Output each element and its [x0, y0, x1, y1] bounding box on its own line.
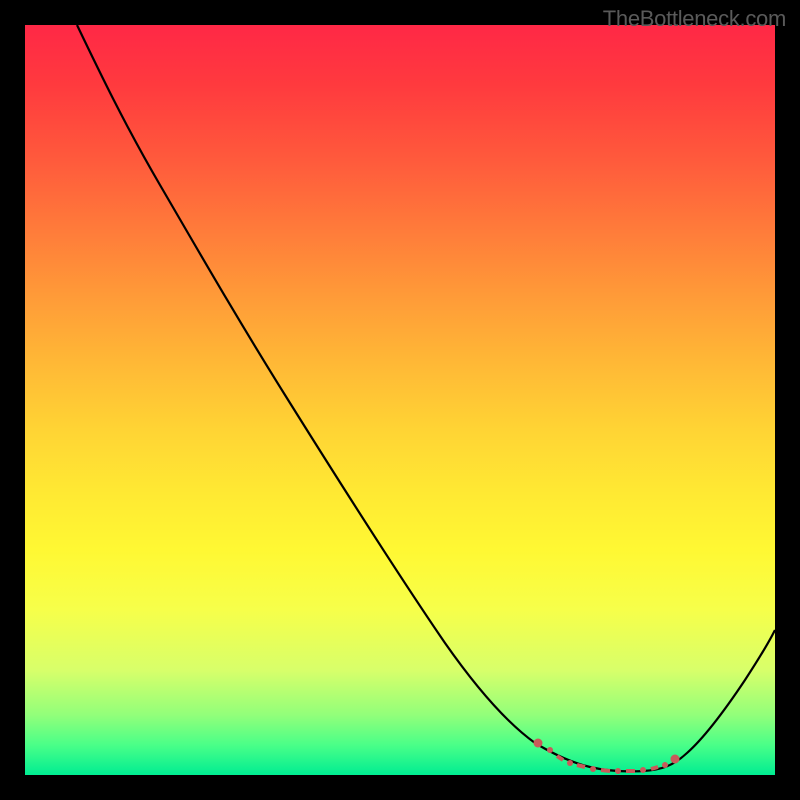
plot-background	[25, 25, 775, 775]
watermark-text: TheBottleneck.com	[603, 6, 786, 32]
